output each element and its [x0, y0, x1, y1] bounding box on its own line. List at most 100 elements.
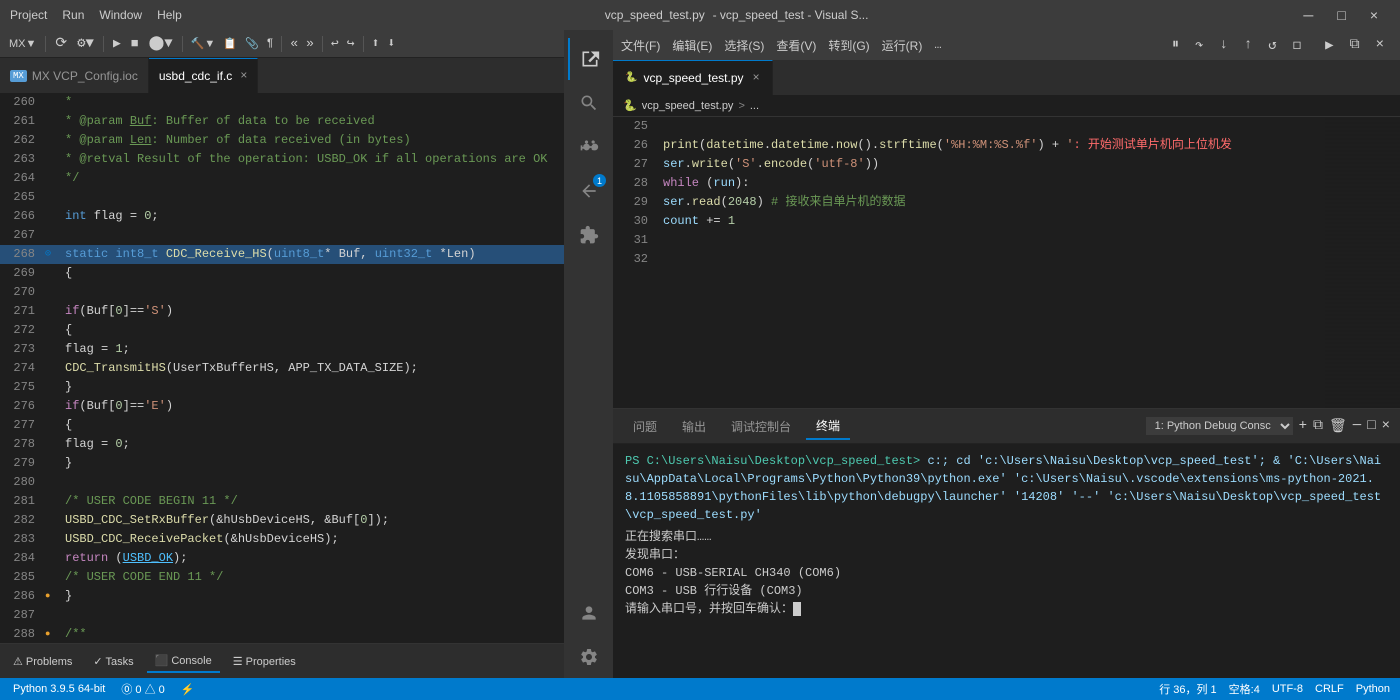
toolbar-btn-5[interactable]: ■	[127, 35, 143, 52]
vscode-close[interactable]: ×	[1368, 35, 1392, 55]
menu-run[interactable]: Run	[62, 8, 84, 22]
activity-icon-run-debug[interactable]: 1	[568, 170, 610, 212]
line-num-274: 274	[0, 359, 45, 378]
count-variable: count	[663, 214, 699, 228]
line-num-265: 265	[0, 188, 45, 207]
toolbar-btn-6[interactable]: ⬤▼	[145, 34, 177, 53]
status-language[interactable]: Python	[1356, 683, 1390, 695]
tab-usbd-close[interactable]: ×	[240, 69, 247, 83]
terminal-content[interactable]: PS C:\Users\Naisu\Desktop\vcp_speed_test…	[613, 444, 1400, 678]
toolbar-btn-2[interactable]: ⟳	[51, 34, 71, 53]
tab-problems[interactable]: ⚠ Problems	[5, 651, 80, 672]
status-python-version[interactable]: Python 3.9.5 64-bit	[10, 683, 108, 695]
status-eol[interactable]: CRLF	[1315, 683, 1344, 695]
toolbar-btn-3[interactable]: ⚙▼	[73, 34, 98, 53]
code-line-264: 264 */	[0, 169, 564, 188]
menu-goto[interactable]: 转到(G)	[828, 37, 869, 54]
menu-run[interactable]: 运行(R)	[882, 37, 923, 54]
menu-more[interactable]: …	[934, 38, 941, 52]
status-lightning[interactable]: ⚡	[178, 683, 198, 696]
terminal-trash-btn[interactable]: 🗑	[1329, 418, 1347, 435]
debug-step-in[interactable]: ↓	[1213, 35, 1233, 56]
py-tab-close[interactable]: ×	[753, 71, 760, 85]
toolbar-btn-16[interactable]: ⬇	[384, 35, 398, 52]
breadcrumb-dots[interactable]: ...	[750, 100, 759, 112]
menu-window[interactable]: Window	[99, 8, 142, 22]
terminal-console-select[interactable]: 1: Python Debug Consc	[1146, 417, 1293, 435]
line-arrow-278	[45, 435, 60, 454]
tab-tasks[interactable]: ✓ Tasks	[85, 651, 141, 672]
toolbar-btn-8[interactable]: 📋	[220, 36, 240, 52]
terminal-cursor	[793, 602, 801, 616]
status-errors[interactable]: ⓪ 0 △ 0	[118, 681, 167, 697]
toolbar-btn-11[interactable]: «	[287, 35, 301, 52]
toolbar-btn-14[interactable]: ↪	[344, 35, 358, 52]
line-num-286: 286	[0, 587, 45, 606]
terminal-tab-problems[interactable]: 问题	[623, 414, 667, 439]
left-code-area[interactable]: 260 * 261 * @param Buf: Buffer of data t…	[0, 93, 564, 643]
toolbar-btn-13[interactable]: ↩	[328, 35, 342, 52]
tab-usbd-cdc[interactable]: usbd_cdc_if.c ×	[149, 58, 259, 93]
activity-icon-explorer[interactable]	[568, 38, 610, 80]
py-code-editor[interactable]: 25 26 print(datetime.datetime.now().strf…	[613, 117, 1400, 408]
line-num-268: 268	[0, 245, 45, 264]
toolbar-separator-2	[103, 36, 104, 52]
debug-pause[interactable]: ⏸	[1166, 35, 1185, 56]
line-num-271: 271	[0, 302, 45, 321]
terminal-tab-output[interactable]: 输出	[672, 414, 716, 439]
status-spaces[interactable]: 空格:4	[1229, 681, 1260, 697]
toolbar-btn-15[interactable]: ⬆	[369, 35, 383, 52]
line-num-273: 273	[0, 340, 45, 359]
vscode-play[interactable]: ▶	[1317, 35, 1341, 56]
maximize-button[interactable]: □	[1325, 3, 1357, 27]
vscode-split[interactable]: ⧉	[1342, 35, 1368, 55]
status-line-col[interactable]: 行 36，列 1	[1159, 681, 1216, 697]
menu-edit[interactable]: 编辑(E)	[672, 37, 712, 54]
debug-step[interactable]: ↷	[1189, 35, 1209, 56]
status-encoding[interactable]: UTF-8	[1272, 683, 1303, 695]
activity-icon-avatar[interactable]	[568, 592, 610, 634]
activity-icon-search[interactable]	[568, 82, 610, 124]
breadcrumb-filename[interactable]: vcp_speed_test.py	[642, 100, 734, 112]
breadcrumb-py-icon: 🐍	[623, 99, 637, 112]
toolbar-btn-9[interactable]: 📎	[242, 36, 262, 52]
menu-select[interactable]: 选择(S)	[724, 37, 764, 54]
right-editors: 文件(F) 编辑(E) 选择(S) 查看(V) 转到(G) 运行(R) … ⏸ …	[613, 30, 1400, 678]
tab-properties[interactable]: ☰ Properties	[225, 651, 304, 672]
terminal-add-btn[interactable]: +	[1299, 418, 1307, 434]
terminal-tab-terminal[interactable]: 终端	[806, 413, 850, 440]
tab-vcp-config[interactable]: MX MX VCP_Config.ioc	[0, 58, 149, 93]
close-button[interactable]: ×	[1358, 3, 1390, 27]
tab-console[interactable]: ⬛ Console	[147, 650, 220, 673]
line-content-267	[60, 226, 564, 245]
line-content-275: }	[60, 378, 564, 397]
terminal-close-btn[interactable]: ×	[1382, 418, 1390, 434]
toolbar-btn-4[interactable]: ▶	[109, 35, 125, 52]
menu-file[interactable]: 文件(F)	[621, 37, 660, 54]
activity-icon-extensions[interactable]	[568, 214, 610, 256]
terminal-min-btn[interactable]: ─	[1353, 418, 1361, 434]
activity-icon-source-control[interactable]	[568, 126, 610, 168]
debug-restart[interactable]: ↺	[1262, 35, 1282, 56]
menu-view[interactable]: 查看(V)	[776, 37, 816, 54]
line-num-270: 270	[0, 283, 45, 302]
activity-icon-settings[interactable]	[568, 636, 610, 678]
code-line-275: 275 }	[0, 378, 564, 397]
py-tab-active[interactable]: 🐍 vcp_speed_test.py ×	[613, 60, 773, 95]
code-line-281: 281 /* USER CODE BEGIN 11 */	[0, 492, 564, 511]
menu-project[interactable]: Project	[10, 8, 47, 22]
terminal-split-btn[interactable]: ⧉	[1313, 418, 1323, 434]
terminal-max-btn[interactable]: □	[1367, 418, 1375, 434]
menu-help[interactable]: Help	[157, 8, 182, 22]
debug-stop[interactable]: ◻	[1287, 35, 1307, 56]
toolbar-btn-10[interactable]: ¶	[264, 37, 277, 51]
debug-step-out[interactable]: ↑	[1238, 35, 1258, 56]
terminal-tab-debug-console[interactable]: 调试控制台	[721, 414, 801, 439]
toolbar-btn-7[interactable]: 🔨▼	[188, 36, 219, 51]
toolbar-btn-12[interactable]: »	[303, 35, 317, 52]
minimize-button[interactable]: ─	[1291, 3, 1325, 27]
app-root: Project Run Window Help vcp_speed_test.p…	[0, 0, 1400, 700]
main-area: MX▼ ⟳ ⚙▼ ▶ ■ ⬤▼ 🔨▼ 📋 📎 ¶ « » ↩ ↪	[0, 30, 1400, 678]
code-line-286: 286 ● }	[0, 587, 564, 606]
toolbar-btn-1[interactable]: MX▼	[5, 36, 40, 52]
